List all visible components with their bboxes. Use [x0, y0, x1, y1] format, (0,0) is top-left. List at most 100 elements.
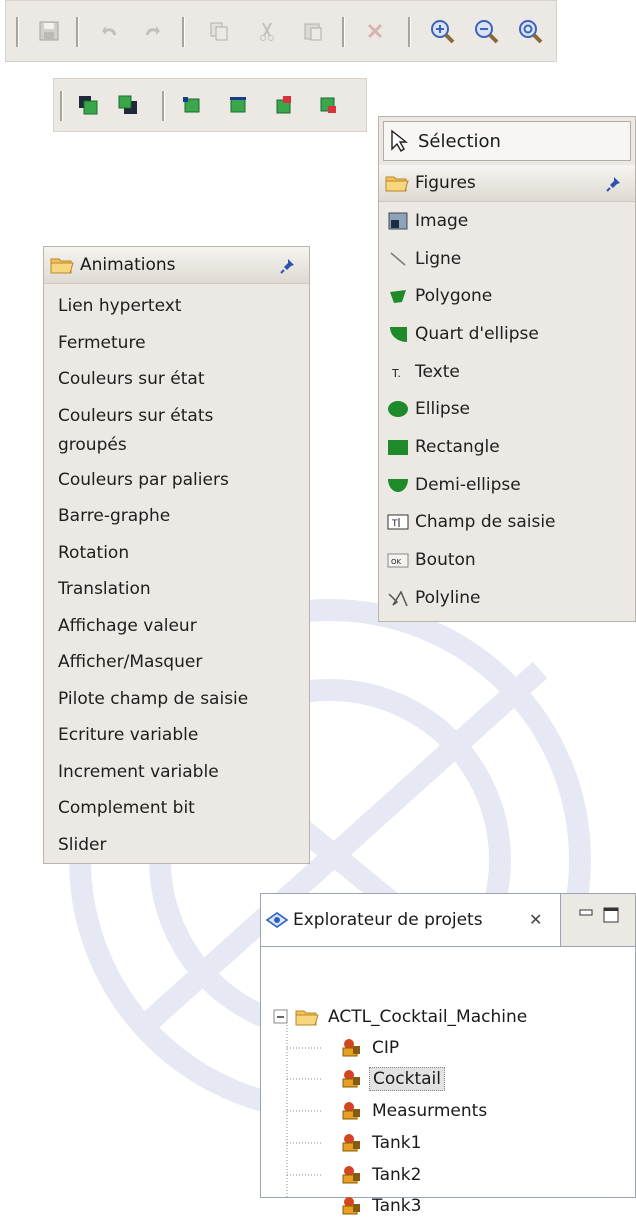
pin-icon[interactable]	[279, 257, 297, 275]
align-right-button[interactable]	[222, 79, 254, 131]
folder-icon	[295, 1010, 319, 1026]
paste-button[interactable]	[296, 1, 330, 61]
animation-item[interactable]: Complement bit	[44, 790, 309, 827]
figure-item-polygon[interactable]: Polygone	[379, 277, 635, 315]
tree-project-node[interactable]: ACTL_Cocktail_Machine	[273, 1002, 530, 1032]
polygon-icon	[390, 290, 406, 304]
ellipse-icon	[388, 401, 408, 418]
figure-item-line[interactable]: Ligne	[379, 240, 635, 278]
save-icon	[39, 21, 59, 41]
tree-item-tank2[interactable]: Tank2	[341, 1160, 424, 1190]
animations-list: Lien hypertext Fermeture Couleurs sur ét…	[44, 284, 309, 863]
animation-item[interactable]: Barre-graphe	[44, 498, 309, 535]
svg-text:OK: OK	[391, 558, 402, 566]
arrange-toolbar	[53, 78, 367, 132]
animation-item[interactable]: Pilote champ de saisie	[44, 681, 309, 718]
animation-item[interactable]: Afficher/Masquer	[44, 644, 309, 681]
zoom-fit-icon	[519, 20, 543, 44]
minimize-icon[interactable]	[579, 909, 593, 917]
animation-item[interactable]: Rotation	[44, 535, 309, 572]
figure-item-image[interactable]: Image	[379, 202, 635, 240]
animation-item[interactable]: Couleurs sur état	[44, 361, 309, 398]
figure-item-half-ellipse[interactable]: Demi-ellipse	[379, 466, 635, 504]
pin-icon[interactable]	[605, 175, 623, 193]
figures-header[interactable]: Figures	[379, 165, 635, 202]
polyline-icon	[388, 590, 408, 607]
align-left-button[interactable]	[176, 79, 208, 131]
redo-button[interactable]	[134, 1, 168, 61]
zoom-out-icon	[475, 20, 499, 44]
figures-list: Image Ligne Polygone Quart d'ellipse T. …	[379, 202, 635, 617]
figures-title: Figures	[415, 173, 476, 193]
button-icon: OK	[387, 553, 409, 568]
undo-button[interactable]	[94, 1, 128, 61]
maximize-icon[interactable]	[603, 907, 619, 923]
cut-button[interactable]	[250, 1, 284, 61]
align-bottom-button[interactable]	[312, 79, 344, 131]
module-icon	[342, 1134, 360, 1152]
bring-to-front-button[interactable]	[72, 79, 104, 131]
animation-item[interactable]: Ecriture variable	[44, 717, 309, 754]
animation-item[interactable]: Couleurs sur états groupés	[44, 398, 234, 462]
animations-palette: Animations Lien hypertext Fermeture Coul…	[43, 246, 310, 864]
animations-title: Animations	[80, 255, 176, 275]
animation-item[interactable]: Fermeture	[44, 325, 309, 362]
tree-item-measurments[interactable]: Measurments	[341, 1096, 490, 1126]
copy-icon	[210, 22, 228, 41]
half-ellipse-icon	[388, 478, 408, 492]
toolbar-separator	[342, 17, 345, 47]
align-right-icon	[230, 97, 246, 113]
toolbar-separator	[16, 17, 19, 47]
selection-label: Sélection	[418, 130, 501, 152]
toolbar-separator	[76, 17, 79, 47]
animation-item[interactable]: Couleurs par paliers	[44, 462, 309, 499]
tree-item-tank1[interactable]: Tank1	[341, 1128, 424, 1158]
save-button[interactable]	[32, 1, 66, 61]
zoom-fit-button[interactable]	[512, 1, 548, 61]
animation-item[interactable]: Slider	[44, 827, 309, 864]
animation-item[interactable]: Lien hypertext	[44, 288, 309, 325]
send-to-back-icon	[118, 95, 137, 114]
text-icon: T.	[391, 367, 401, 380]
copy-button[interactable]	[202, 1, 236, 61]
animation-item[interactable]: Affichage valeur	[44, 608, 309, 645]
explorer-tabbar: Explorateur de projets ✕	[261, 894, 635, 947]
folder-icon	[50, 258, 74, 274]
figure-item-ellipse[interactable]: Ellipse	[379, 390, 635, 428]
rectangle-icon	[388, 439, 408, 455]
figure-item-rectangle[interactable]: Rectangle	[379, 428, 635, 466]
svg-text:T.: T.	[391, 367, 401, 380]
main-toolbar	[5, 0, 557, 62]
toolbar-separator	[162, 91, 165, 121]
module-icon	[342, 1197, 360, 1215]
line-icon	[390, 251, 406, 266]
paste-icon	[304, 23, 322, 41]
tab-project-explorer[interactable]: Explorateur de projets	[261, 894, 561, 946]
project-name: ACTL_Cocktail_Machine	[328, 1007, 528, 1027]
figure-item-input-field[interactable]: T Champ de saisie	[379, 504, 635, 542]
close-icon[interactable]: ✕	[529, 910, 542, 929]
figure-item-quarter-ellipse[interactable]: Quart d'ellipse	[379, 315, 635, 353]
align-bottom-icon	[320, 97, 336, 113]
tree-item-cip[interactable]: CIP	[341, 1033, 402, 1063]
zoom-out-button[interactable]	[468, 1, 504, 61]
align-top-button[interactable]	[268, 79, 300, 131]
tree-item-cocktail[interactable]: Cocktail	[341, 1064, 445, 1094]
collapse-icon[interactable]	[273, 1009, 289, 1025]
input-field-icon: T	[387, 514, 409, 530]
zoom-in-button[interactable]	[424, 1, 460, 61]
figure-item-button[interactable]: OK Bouton	[379, 541, 635, 579]
send-to-back-button[interactable]	[112, 79, 144, 131]
delete-button[interactable]	[358, 1, 392, 61]
animations-header[interactable]: Animations	[44, 247, 309, 284]
align-top-icon	[276, 96, 291, 114]
figure-item-polyline[interactable]: Polyline	[379, 579, 635, 617]
selection-tool[interactable]: Sélection	[383, 121, 631, 161]
tree-item-tank3[interactable]: Tank3	[341, 1191, 424, 1221]
animation-item[interactable]: Increment variable	[44, 754, 309, 791]
explorer-eye-icon	[265, 912, 289, 928]
zoom-in-icon	[431, 20, 455, 44]
figure-item-text[interactable]: T. Texte	[379, 353, 635, 391]
animation-item[interactable]: Translation	[44, 571, 309, 608]
svg-text:T: T	[391, 519, 398, 529]
